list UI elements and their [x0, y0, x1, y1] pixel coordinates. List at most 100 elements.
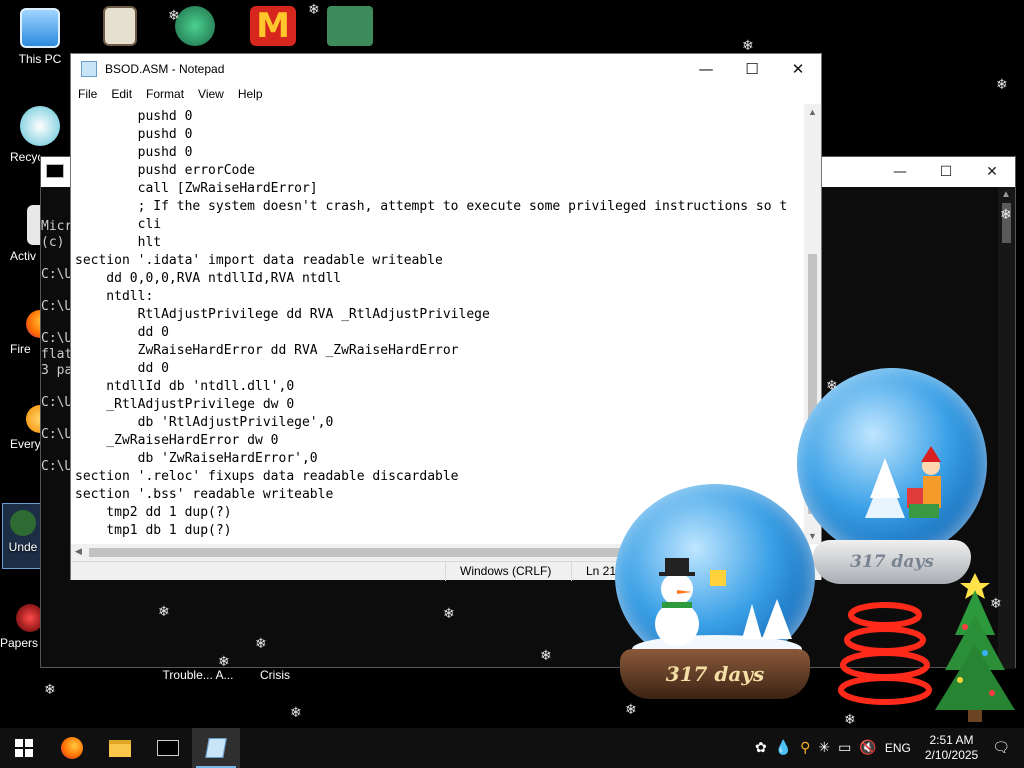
asterisk-tray-icon[interactable]: ✳	[818, 740, 830, 756]
menu-help[interactable]: Help	[231, 87, 270, 101]
console-line: C:\U	[41, 267, 73, 282]
snowman-icon	[632, 558, 802, 654]
desktop-icon-label: Trouble... A...	[162, 668, 234, 682]
snowflake-icon: ❄	[540, 648, 552, 664]
minimize-icon[interactable]: —	[877, 164, 923, 180]
console-line: C:\U	[41, 299, 73, 314]
menu-file[interactable]: File	[71, 87, 104, 101]
character-icon	[175, 6, 215, 46]
maximize-icon[interactable]: ☐	[923, 164, 969, 180]
network-icon[interactable]: ▭	[838, 740, 851, 756]
desktop-icon-trouble[interactable]: Trouble... A...	[158, 668, 238, 682]
menu-edit[interactable]: Edit	[104, 87, 139, 101]
presents-icon	[865, 446, 941, 518]
desktop-icon-pig[interactable]	[320, 6, 380, 50]
monitor-icon	[20, 8, 60, 48]
snowflake-icon: ❄	[158, 604, 170, 620]
scroll-left-icon[interactable]: ◀	[75, 546, 82, 557]
start-button[interactable]	[0, 728, 48, 768]
christmas-tree-icon	[935, 573, 1015, 722]
snowflake-icon: ❄	[308, 2, 320, 18]
snow-globe-snowman[interactable]: 317 days	[612, 484, 817, 704]
console-line: (c)	[41, 235, 65, 250]
language-indicator[interactable]: ENG	[885, 741, 911, 755]
scroll-up-icon[interactable]: ▲	[808, 107, 817, 117]
taskbar-notepad[interactable]	[192, 728, 240, 768]
snowflake-icon: ❄	[218, 654, 230, 670]
code-line: ; If the system doesn't crash, attempt t…	[75, 199, 788, 214]
code-line: _ZwRaiseHardError dw 0	[75, 433, 279, 448]
taskbar-firefox[interactable]	[48, 728, 96, 768]
code-line: pushd 0	[75, 127, 193, 142]
days-counter: 317 days	[620, 649, 810, 699]
app-tray-icon[interactable]: ✿	[755, 740, 767, 756]
notepad-titlebar[interactable]: BSOD.ASM - Notepad — ☐ ✕	[71, 54, 821, 84]
app-icon	[103, 6, 137, 46]
snowflake-icon: ❄	[990, 596, 1002, 612]
folder-icon	[109, 739, 131, 757]
code-line: section '.idata' import data readable wr…	[75, 253, 443, 268]
snowflake-icon: ❄	[44, 682, 56, 698]
desktop-icon-crisis[interactable]: Crisis	[245, 668, 305, 682]
desktop-icon-top-1[interactable]	[90, 6, 150, 50]
code-line: ntdllId db 'ntdll.dll',0	[75, 379, 295, 394]
game-icon	[10, 510, 36, 536]
code-content[interactable]: pushd 0 pushd 0 pushd 0 pushd errorCode …	[71, 104, 805, 540]
firefox-icon	[61, 737, 83, 759]
console-line: 3 pa	[41, 363, 73, 378]
code-line: pushd 0	[75, 145, 193, 160]
code-line: db 'RtlAdjustPrivilege',0	[75, 415, 334, 430]
taskbar: ✿ 💧 ⚲ ✳ ▭ 🔇 ENG 2:51 AM 2/10/2025 🗨	[0, 728, 1024, 768]
volume-muted-icon[interactable]: 🔇	[859, 740, 876, 756]
code-line: dd 0,0,0,RVA ntdllId,RVA ntdll	[75, 271, 342, 286]
notification-icon[interactable]: 🗨	[992, 740, 1010, 756]
system-tray: ✿ 💧 ⚲ ✳ ▭ 🔇 ENG 2:51 AM 2/10/2025 🗨	[751, 728, 1024, 768]
desktop-icon-mcdonalds[interactable]: M	[243, 6, 303, 50]
code-line: RtlAdjustPrivilege dd RVA _RtlAdjustPriv…	[75, 307, 490, 322]
snowflake-icon: ❄	[290, 705, 302, 721]
desktop-icon-label: Papers	[0, 636, 39, 650]
code-line: ZwRaiseHardError dd RVA _ZwRaiseHardErro…	[75, 343, 459, 358]
clock[interactable]: 2:51 AM 2/10/2025	[925, 733, 978, 763]
taskbar-console[interactable]	[144, 728, 192, 768]
snowflake-icon: ❄	[443, 606, 455, 622]
snowflake-icon: ❄	[742, 38, 754, 54]
desktop-icon-unde[interactable]: Unde	[2, 503, 44, 569]
close-icon[interactable]: ✕	[969, 164, 1015, 180]
console-line: C:\U	[41, 331, 73, 346]
code-line: _RtlAdjustPrivilege dw 0	[75, 397, 295, 412]
console-icon	[157, 740, 179, 756]
drop-icon[interactable]: 💧	[775, 740, 792, 756]
desktop-icon-label: Unde	[8, 540, 38, 554]
close-icon[interactable]: ✕	[775, 54, 821, 84]
window-title: BSOD.ASM - Notepad	[105, 62, 225, 76]
scroll-up-icon[interactable]: ▲	[1001, 189, 1011, 200]
scrollbar-thumb[interactable]	[89, 548, 669, 557]
snowflake-icon: ❄	[255, 636, 267, 652]
status-encoding: Windows (CRLF)	[445, 562, 565, 581]
snow-globe-silver[interactable]: 317 days	[795, 368, 990, 588]
clock-date: 2/10/2025	[924, 748, 979, 762]
desktop-icon-this-pc[interactable]: This PC	[10, 8, 70, 66]
pig-icon	[327, 6, 373, 46]
taskbar-file-explorer[interactable]	[96, 728, 144, 768]
code-line: ntdll:	[75, 289, 154, 304]
maximize-icon[interactable]: ☐	[729, 54, 775, 84]
desktop-icon-label: This PC	[18, 52, 62, 66]
console-line: C:\U	[41, 427, 73, 442]
menu-view[interactable]: View	[191, 87, 231, 101]
snowflake-icon: ❄	[826, 378, 838, 394]
search-tray-icon[interactable]: ⚲	[800, 740, 810, 756]
mcdonalds-icon: M	[250, 6, 296, 46]
menu-format[interactable]: Format	[139, 87, 191, 101]
minimize-icon[interactable]: —	[683, 54, 729, 84]
glow-spiral-icon	[838, 602, 932, 705]
console-line: Micr	[41, 219, 73, 234]
snowflake-icon: ❄	[996, 77, 1008, 93]
desktop-icon-label: Fire	[10, 342, 31, 356]
console-window-icon	[46, 164, 64, 178]
code-line: dd 0	[75, 361, 169, 376]
desktop-icon-label: Every	[10, 437, 40, 451]
notepad-icon	[81, 61, 97, 77]
code-line: dd 0	[75, 325, 169, 340]
